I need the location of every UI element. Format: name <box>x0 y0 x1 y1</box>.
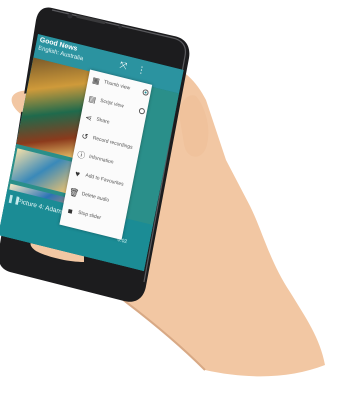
share-icon: ⋖ <box>84 112 93 124</box>
thumbnail-icon: ▦ <box>91 75 101 87</box>
radio-selected[interactable] <box>142 88 150 97</box>
script-icon: ▤ <box>87 94 97 105</box>
delete-icon: 🗑 <box>68 186 80 199</box>
info-icon: ⓘ <box>76 149 86 161</box>
radio-unselected[interactable] <box>138 107 146 115</box>
stop-icon: ■ <box>66 206 74 217</box>
history-icon: ↺ <box>80 131 90 142</box>
favourite-icon: ♥ <box>74 168 81 179</box>
more-vert-icon[interactable]: ⋮ <box>136 63 147 77</box>
expand-icon[interactable]: ⤧ <box>116 58 130 73</box>
